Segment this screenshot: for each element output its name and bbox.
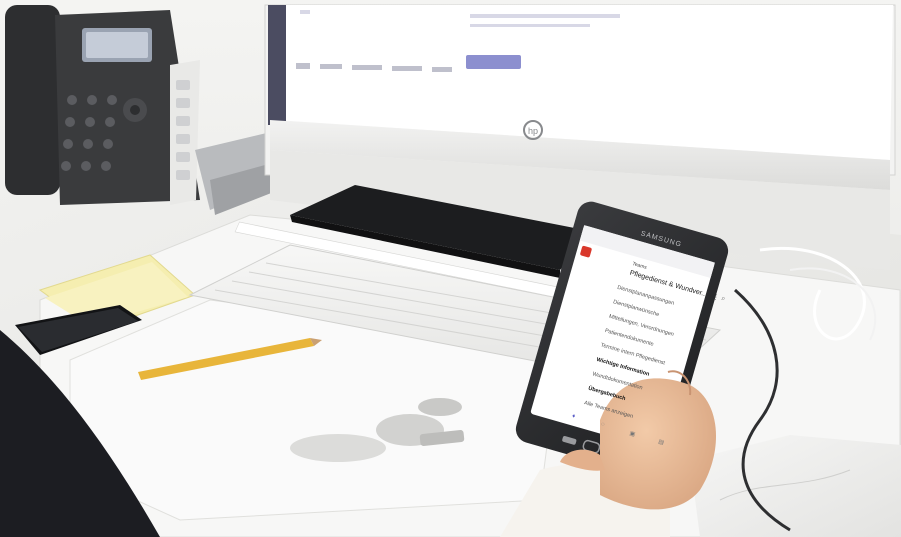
channel-list: Dienstplananpassungen Dienstplanwünsche Mi…: [583, 285, 729, 420]
channel-list-item[interactable]: Alle Teams anzeigen: [583, 400, 633, 420]
svg-text:hp: hp: [528, 126, 538, 136]
channel-list-item[interactable]: Dienstplanwünsche: [612, 299, 660, 318]
chat-icon[interactable]: ◌: [600, 422, 605, 429]
search-icon: ⌕: [720, 294, 727, 303]
teams-icon[interactable]: ▣: [629, 430, 636, 438]
channel-list-item[interactable]: Übergabebuch: [587, 386, 626, 402]
calendar-icon[interactable]: ▤: [657, 438, 664, 446]
app-header-label: Teams: [631, 261, 648, 271]
photo-illustration: hp: [0, 0, 901, 537]
photo-scene: hp SAMSUNG Teams Pflegedienst & Wundver.…: [0, 0, 901, 537]
activity-icon[interactable]: ♦: [571, 413, 576, 420]
more-options-icon: ⋮: [711, 293, 721, 303]
